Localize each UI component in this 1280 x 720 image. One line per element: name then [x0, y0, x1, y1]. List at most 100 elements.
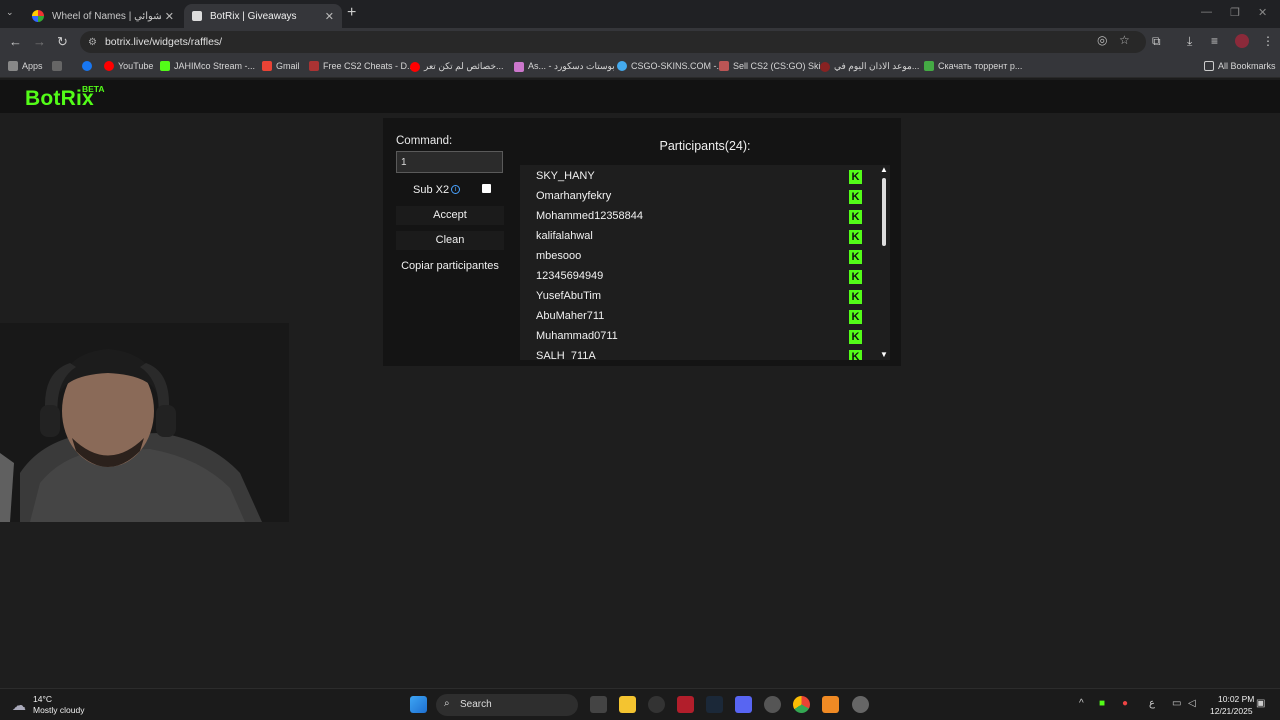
tab-wheel-of-names[interactable]: Wheel of Names | اسم العشوائي ✕: [24, 4, 182, 28]
weather-condition-text: Mostly cloudy: [33, 705, 85, 715]
info-icon[interactable]: i: [451, 185, 460, 194]
eye-off-icon[interactable]: ◎: [1097, 33, 1107, 47]
list-item[interactable]: SALH_711A K: [536, 347, 876, 360]
reading-list-icon[interactable]: ≡: [1211, 34, 1218, 48]
file-explorer-icon[interactable]: [619, 696, 636, 713]
scroll-up-arrow-icon[interactable]: ▲: [880, 165, 888, 174]
bookmark-prayer-times[interactable]: موعد الاذان اليوم في...: [820, 61, 919, 72]
copy-participants-button[interactable]: Copiar participantes: [396, 260, 504, 272]
orange-app-icon[interactable]: [822, 696, 839, 713]
kick-icon: [160, 61, 170, 71]
list-item[interactable]: Omarhanyfekry K: [536, 187, 876, 207]
bookmark-jahimco[interactable]: JAHIMco Stream -...: [160, 61, 255, 71]
microphone-icon[interactable]: ●: [1122, 698, 1128, 709]
network-icon[interactable]: ▭: [1172, 698, 1181, 709]
list-item[interactable]: AbuMaher711 K: [536, 307, 876, 327]
extensions-icon[interactable]: ⧉: [1152, 34, 1161, 49]
kick-icon: K: [849, 330, 862, 344]
profile-avatar[interactable]: [1235, 34, 1249, 48]
bookmark-free-cs2[interactable]: Free CS2 Cheats - D...: [309, 61, 415, 71]
new-tab-button[interactable]: +: [347, 4, 356, 22]
clock-date[interactable]: 12/21/2025: [1210, 706, 1253, 716]
participant-name: SALH_711A: [536, 350, 596, 360]
url-text: botrix.live/widgets/raffles/: [104, 36, 223, 48]
grid-icon[interactable]: [52, 61, 66, 71]
list-item[interactable]: kalifalahwal K: [536, 227, 876, 247]
close-tab-icon[interactable]: ✕: [165, 10, 174, 23]
gmail-icon: [262, 61, 272, 71]
participant-name: Mohammed12358844: [536, 210, 644, 222]
red-app-icon[interactable]: [677, 696, 694, 713]
list-item[interactable]: SKY_HANY K: [536, 167, 876, 187]
accept-button[interactable]: Accept: [396, 206, 504, 225]
bookmark-apps[interactable]: Apps: [8, 61, 43, 71]
clock-time[interactable]: 10:02 PM: [1218, 694, 1254, 704]
facebook-icon[interactable]: [82, 61, 96, 71]
kick-tray-icon[interactable]: ■: [1099, 698, 1105, 709]
discord-icon[interactable]: [735, 696, 752, 713]
chrome-icon[interactable]: [793, 696, 810, 713]
participant-name: 12345694949: [536, 270, 604, 282]
settings-icon[interactable]: [852, 696, 869, 713]
participant-name: AbuMaher711: [536, 310, 605, 322]
participant-name: kalifalahwal: [536, 230, 593, 242]
bookmark-discord-posts[interactable]: As... - بوستات دسكورد: [514, 61, 615, 72]
list-item[interactable]: YusefAbuTim K: [536, 287, 876, 307]
restore-window-icon[interactable]: ❐: [1230, 6, 1240, 19]
task-view-icon[interactable]: [590, 696, 607, 713]
beta-badge: BETA: [82, 84, 105, 94]
bookmark-sell-cs2[interactable]: Sell CS2 (CS:GO) Ski...: [719, 61, 828, 71]
address-bar[interactable]: ⚙ botrix.live/widgets/raffles/: [80, 31, 1146, 53]
command-label: Command:: [396, 135, 453, 147]
start-windows-icon[interactable]: [410, 696, 427, 713]
tab-botrix-giveaways[interactable]: BotRix | Giveaways ✕: [184, 4, 342, 28]
menu-kebab-icon[interactable]: ⋮: [1262, 34, 1274, 48]
close-window-icon[interactable]: ✕: [1258, 6, 1267, 19]
site-info-icon[interactable]: ⚙: [88, 37, 97, 48]
g-app-icon[interactable]: [648, 696, 665, 713]
tab-search-icon[interactable]: ⌄: [6, 7, 14, 18]
forward-button[interactable]: →: [33, 34, 46, 49]
cloud-weather-icon[interactable]: ☁: [12, 697, 26, 714]
reload-button[interactable]: ↻: [57, 34, 68, 50]
bookmark-csgo-skins[interactable]: CSGO-SKINS.COM -...: [617, 61, 724, 71]
bookmark-all[interactable]: All Bookmarks: [1204, 61, 1276, 71]
volume-icon[interactable]: ◁: [1188, 698, 1196, 709]
tray-expand-icon[interactable]: ^: [1079, 698, 1084, 709]
participants-list[interactable]: SKY_HANY K Omarhanyfekry K Mohammed1235884…: [520, 165, 890, 360]
participants-scrollbar[interactable]: [882, 178, 886, 246]
language-indicator[interactable]: ع: [1149, 698, 1155, 709]
notifications-icon[interactable]: ▣: [1256, 698, 1265, 709]
bookmark-gmail[interactable]: Gmail: [262, 61, 300, 71]
app-icon[interactable]: [764, 696, 781, 713]
bookmark-arabic-1[interactable]: خصائص لم تكن تعر...: [410, 61, 504, 72]
kick-icon: K: [849, 250, 862, 264]
list-item[interactable]: 12345694949 K: [536, 267, 876, 287]
close-tab-icon[interactable]: ✕: [325, 10, 334, 23]
gem-icon: [514, 61, 524, 72]
app-header: BotRix BETA: [0, 80, 1280, 113]
list-item[interactable]: Mohammed12358844 K: [536, 207, 876, 227]
taskbar-search[interactable]: ⌕ Search: [436, 694, 578, 716]
scroll-down-arrow-icon[interactable]: ▼: [880, 350, 888, 359]
bookmark-youtube[interactable]: YouTube: [104, 61, 153, 71]
bookmark-torrent[interactable]: Скачать торрент р...: [924, 61, 1022, 71]
minimize-window-icon[interactable]: —: [1201, 6, 1212, 18]
tab-title: BotRix | Giveaways: [210, 10, 297, 22]
command-input[interactable]: [396, 151, 503, 173]
youtube-icon: [104, 61, 114, 71]
clean-button[interactable]: Clean: [396, 231, 504, 250]
browser-tab-bar: ⌄ Wheel of Names | اسم العشوائي ✕ BotRix…: [0, 0, 1280, 28]
steam-icon[interactable]: [706, 696, 723, 713]
bookmark-star-icon[interactable]: ☆: [1119, 33, 1130, 47]
download-icon[interactable]: ⤓: [1187, 34, 1192, 49]
botrix-favicon-icon: [192, 11, 202, 21]
page-content: BotRix BETA Command: Sub X2 i Accept Cle…: [0, 80, 1280, 688]
back-button[interactable]: ←: [9, 34, 22, 49]
participant-name: Muhammad0711: [536, 330, 618, 342]
list-item[interactable]: Muhammad0711 K: [536, 327, 876, 347]
search-label: Search: [460, 699, 492, 710]
list-item[interactable]: mbesooo K: [536, 247, 876, 267]
kick-icon: K: [849, 230, 862, 244]
sub-x2-checkbox[interactable]: [482, 184, 491, 193]
